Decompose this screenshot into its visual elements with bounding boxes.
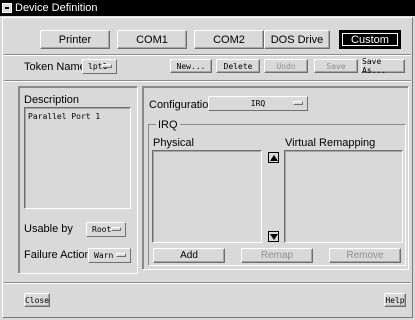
move-down-button[interactable] — [268, 231, 279, 242]
option-menu-indicator-icon — [116, 253, 126, 257]
physical-label: Physical — [153, 137, 194, 149]
delete-button[interactable]: Delete — [216, 59, 260, 73]
new-button[interactable]: New... — [170, 59, 212, 73]
failure-action-label: Failure Action — [24, 249, 91, 261]
description-text: Parallel Port 1 — [28, 112, 101, 121]
token-name-label: Token Name — [24, 61, 86, 73]
configuration-label: Configuration — [149, 99, 215, 111]
remove-button[interactable]: Remove — [329, 248, 401, 263]
usable-by-label: Usable by — [24, 223, 73, 235]
option-menu-indicator-icon — [102, 64, 112, 68]
separator — [4, 80, 411, 82]
save-button[interactable]: Save — [314, 59, 358, 73]
physical-list[interactable] — [152, 150, 262, 243]
tab-printer[interactable]: Printer — [40, 30, 110, 49]
help-button[interactable]: Help — [384, 293, 406, 307]
usable-by-select[interactable]: Root — [86, 222, 126, 237]
tab-com2[interactable]: COM2 — [194, 30, 264, 49]
description-label: Description — [24, 94, 80, 106]
virtual-remapping-list[interactable] — [284, 150, 403, 243]
option-menu-indicator-icon — [111, 227, 121, 231]
close-button[interactable]: Close — [24, 293, 50, 307]
save-as-button[interactable]: Save As... — [361, 57, 405, 75]
add-button[interactable]: Add — [153, 248, 225, 263]
configuration-value: IRQ — [250, 99, 266, 108]
separator — [4, 54, 411, 56]
virtual-remapping-label: Virtual Remapping — [285, 137, 376, 149]
undo-button[interactable]: Undo — [264, 59, 308, 73]
failure-action-select[interactable]: Warn — [88, 248, 131, 263]
tab-custom[interactable]: Custom — [339, 30, 401, 49]
remap-button[interactable]: Remap — [241, 248, 313, 263]
move-up-button[interactable] — [268, 152, 279, 163]
failure-action-value: Warn — [94, 251, 114, 260]
tab-dos-drive[interactable]: DOS Drive — [264, 30, 330, 49]
irq-group-label: IRQ — [156, 119, 180, 131]
window-title: Device Definition — [15, 2, 98, 14]
configuration-select[interactable]: IRQ — [208, 96, 308, 111]
tab-com1[interactable]: COM1 — [117, 30, 187, 49]
token-name-select[interactable]: lpt1 — [82, 59, 117, 74]
arrow-down-icon — [269, 233, 278, 240]
separator — [4, 282, 411, 284]
usable-by-value: Root — [92, 225, 112, 234]
option-menu-indicator-icon — [293, 101, 303, 105]
description-text-area[interactable]: Parallel Port 1 — [24, 107, 131, 209]
arrow-up-icon — [269, 154, 278, 161]
title-bar: Device Definition — [0, 0, 415, 16]
window-menu-icon[interactable] — [2, 3, 12, 13]
